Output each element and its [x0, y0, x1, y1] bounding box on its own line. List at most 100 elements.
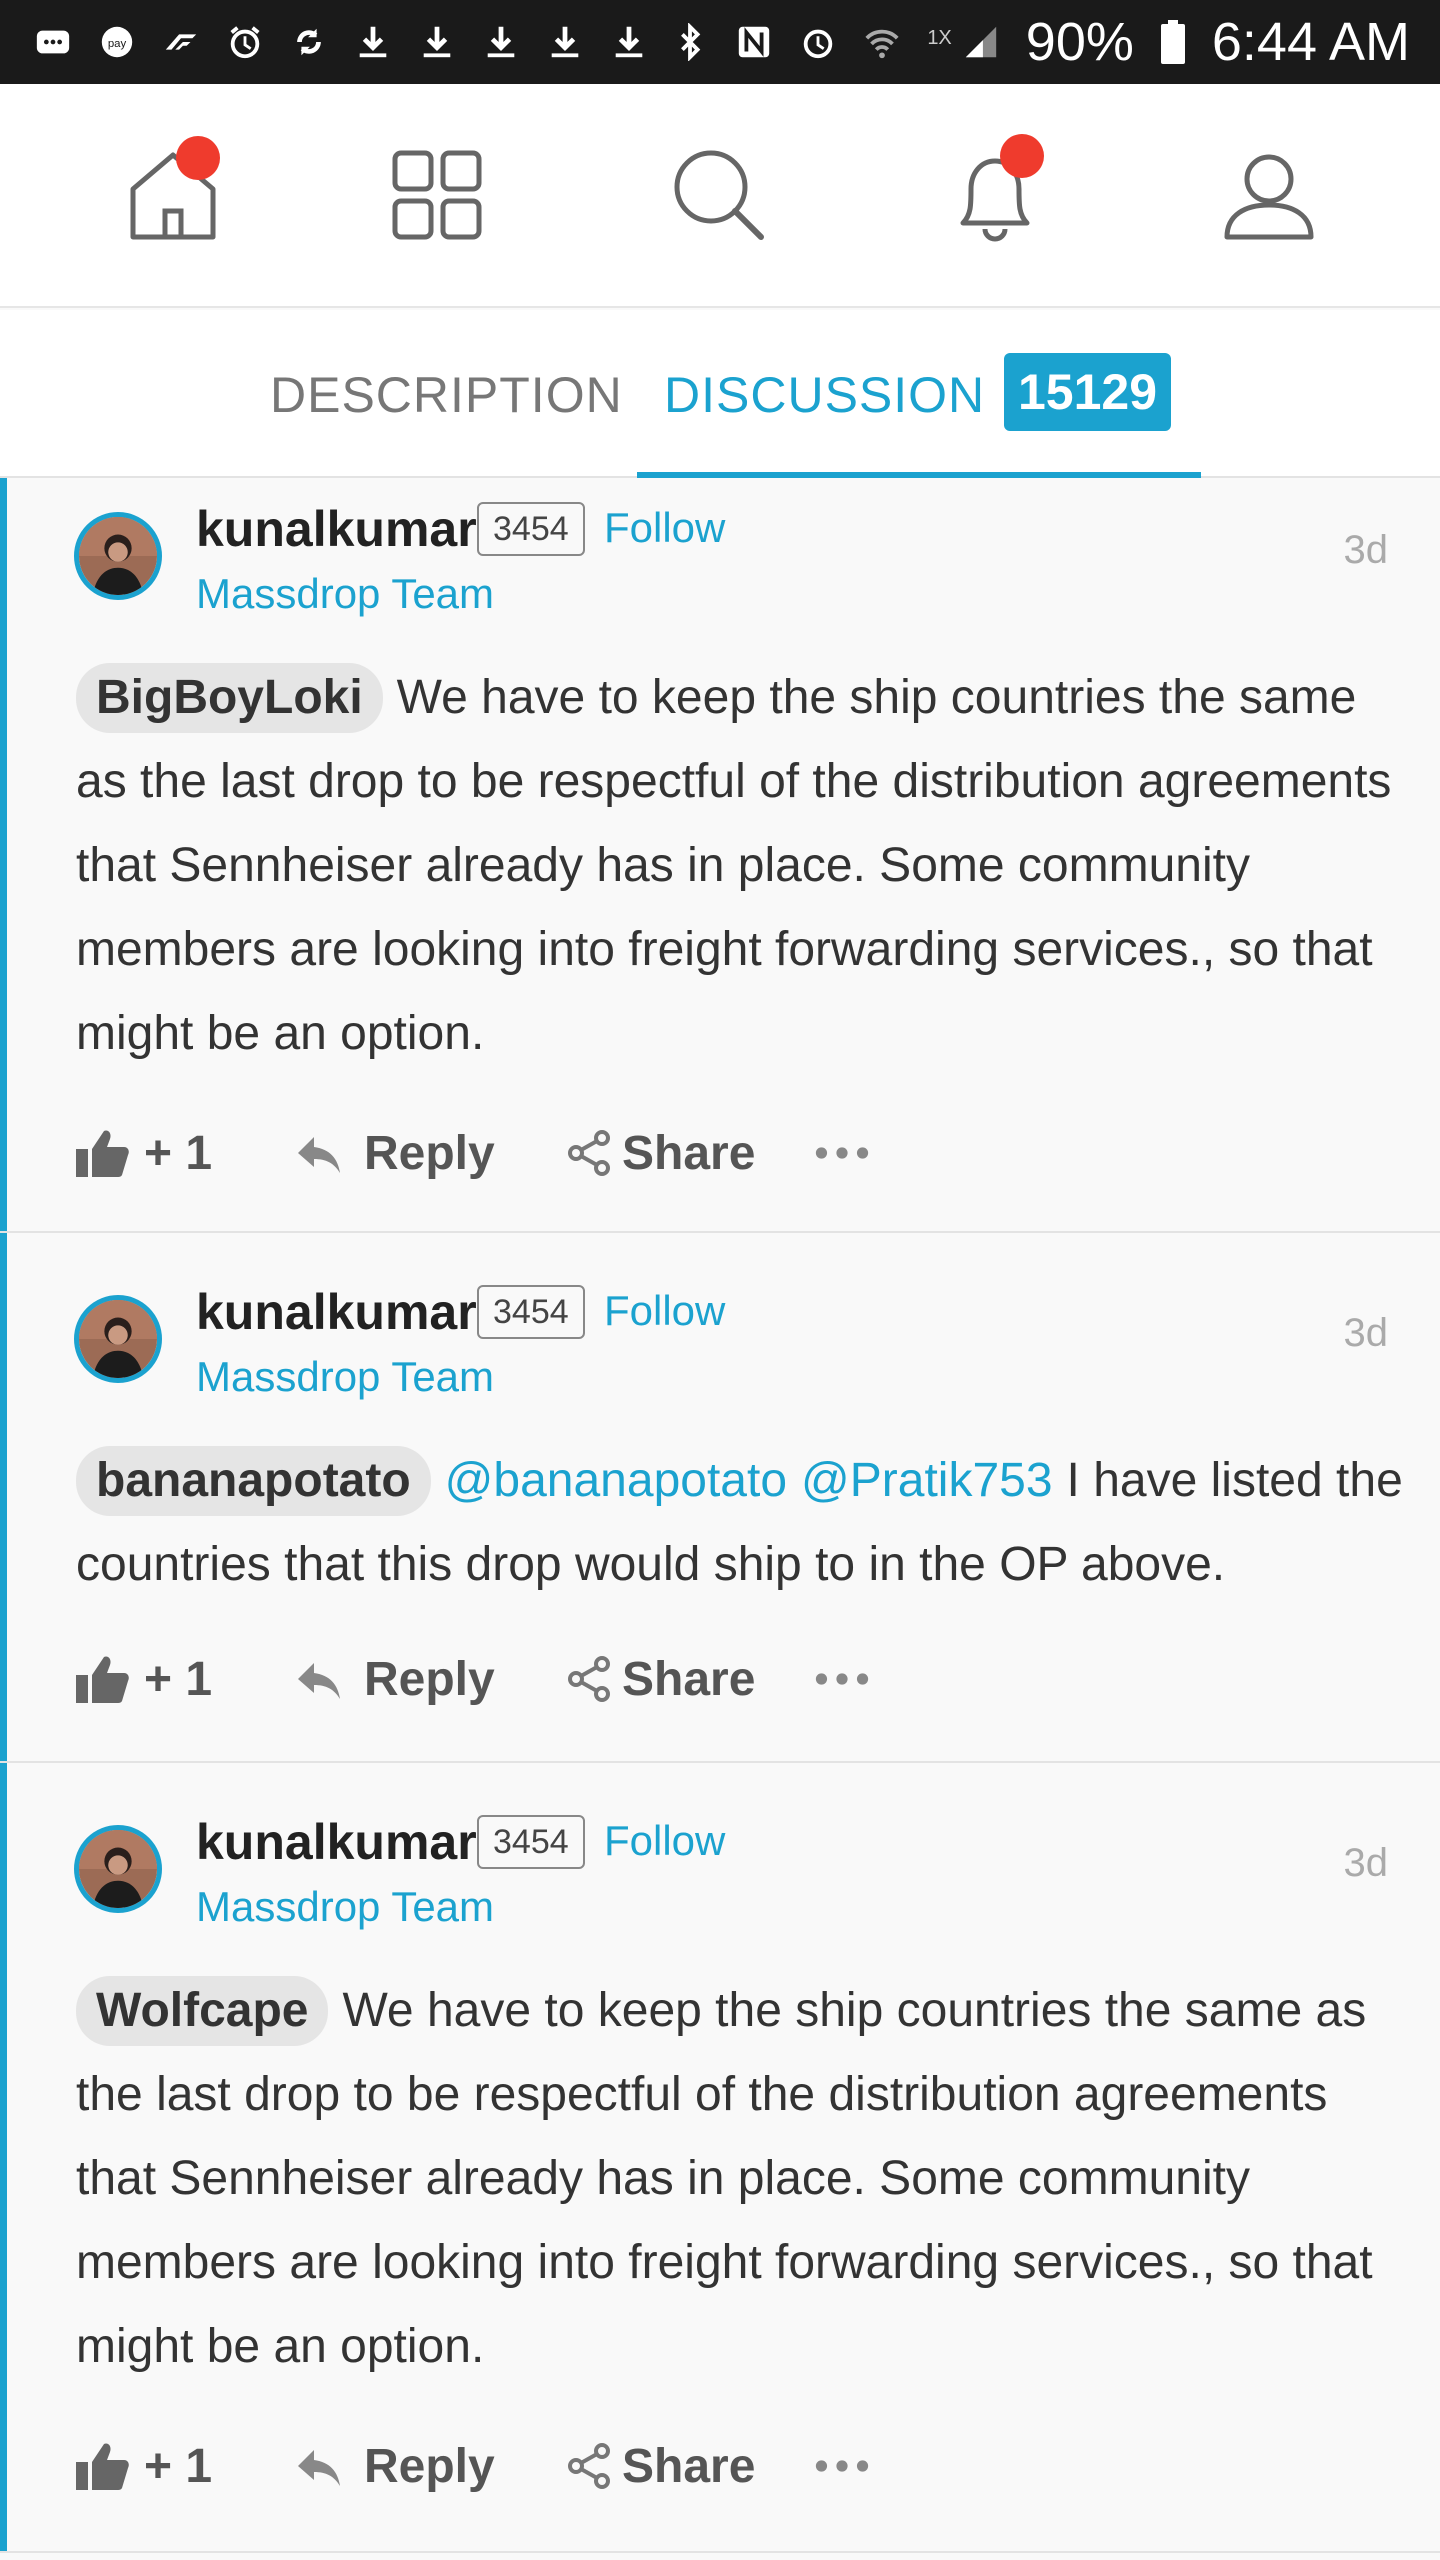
comment-item: kunalkumar 3454 Follow Massdrop Team 3d …: [0, 1233, 1440, 1763]
comment-timestamp: 3d: [1343, 1841, 1389, 1885]
mention-link[interactable]: @bananapotato: [445, 1454, 787, 1507]
tab-bar: DESCRIPTION DISCUSSION 15129: [0, 310, 1440, 478]
discussion-count-badge: 15129: [1004, 353, 1172, 431]
battery-icon: [1160, 20, 1186, 64]
nav-grid[interactable]: [382, 140, 492, 250]
search-icon: [674, 150, 764, 240]
sync-icon: [290, 23, 328, 61]
avatar[interactable]: [74, 512, 162, 600]
reputation-badge: 3454: [477, 1285, 585, 1339]
reply-button[interactable]: Reply: [294, 2439, 564, 2494]
more-options-button[interactable]: [814, 2456, 884, 2476]
message-icon: [34, 23, 72, 61]
team-label: Massdrop Team: [196, 1353, 495, 1400]
comment-username[interactable]: kunalkumar: [196, 1813, 477, 1871]
comment-accent-bar: [0, 478, 7, 1231]
profile-icon: [1224, 154, 1314, 240]
thumbs-up-icon: [76, 1656, 129, 1703]
bluetooth-icon: [671, 23, 709, 61]
comment-timestamp: 3d: [1343, 528, 1389, 572]
reply-icon: [298, 2450, 340, 2486]
comment-list: kunalkumar 3454 Follow Massdrop Team 3d …: [0, 478, 1440, 2553]
follow-button[interactable]: Follow: [604, 1817, 725, 1865]
status-bar: pay 1X 90% 6:44 AM: [0, 0, 1440, 84]
share-button[interactable]: Share: [564, 2439, 814, 2494]
comment-accent-bar: [0, 1233, 7, 1761]
comment-username[interactable]: kunalkumar: [196, 1283, 477, 1341]
comment-body: bananapotato @bananapotato @Pratik753 I hav…: [76, 1439, 1406, 1607]
team-label: Massdrop Team: [196, 1883, 495, 1930]
share-label: Share: [622, 2439, 756, 2493]
more-options-button[interactable]: [814, 1143, 884, 1163]
comment-timestamp: 3d: [1343, 1311, 1389, 1355]
like-button[interactable]: + 1: [74, 1651, 284, 1707]
comment-actions: + 1 Reply Share: [74, 2431, 884, 2501]
avatar[interactable]: [74, 1825, 162, 1913]
thumbs-up-icon: [76, 1130, 129, 1177]
wifi-icon: [863, 23, 901, 61]
status-right-icons: 1X 90% 6:44 AM: [671, 11, 1410, 73]
alarm-icon: [226, 23, 264, 61]
follow-button[interactable]: Follow: [604, 1287, 725, 1335]
comment-actions: + 1 Reply Share: [74, 1118, 884, 1188]
avatar-image: [79, 517, 157, 595]
battery-percent: 90%: [1025, 12, 1134, 72]
top-navigation: [0, 84, 1440, 308]
download-icon: [546, 23, 584, 61]
mention-chip[interactable]: Wolfcape: [76, 1976, 329, 2046]
like-button[interactable]: + 1: [74, 1125, 284, 1181]
svg-text:pay: pay: [108, 38, 127, 50]
nav-search[interactable]: [664, 140, 774, 250]
like-count: + 1: [144, 2439, 213, 2493]
comment-item: kunalkumar 3454 Follow Massdrop Team 3d …: [0, 1763, 1440, 2553]
avatar[interactable]: [74, 1295, 162, 1383]
notification-dot: [1000, 134, 1044, 178]
like-count: + 1: [144, 1652, 213, 1706]
reply-label: Reply: [364, 1126, 495, 1180]
reputation-badge: 3454: [477, 1815, 585, 1869]
reply-button[interactable]: Reply: [294, 1126, 564, 1181]
download-icon: [610, 23, 648, 61]
comment-accent-bar: [0, 1763, 7, 2551]
signal-icon: [962, 23, 1000, 61]
home-notification-dot: [176, 136, 220, 180]
mention-link[interactable]: @Pratik753: [801, 1454, 1053, 1507]
nav-home[interactable]: [118, 136, 228, 250]
nav-profile[interactable]: [1214, 140, 1324, 250]
grid-icon: [392, 150, 482, 240]
comment-username[interactable]: kunalkumar: [196, 500, 477, 558]
more-options-button[interactable]: [814, 1669, 884, 1689]
share-label: Share: [622, 1652, 756, 1706]
follow-button[interactable]: Follow: [604, 504, 725, 552]
reply-label: Reply: [364, 1652, 495, 1706]
share-button[interactable]: Share: [564, 1652, 814, 1707]
avatar-image: [79, 1300, 157, 1378]
reply-button[interactable]: Reply: [294, 1652, 564, 1707]
like-count: + 1: [144, 1126, 213, 1180]
download-icon: [482, 23, 520, 61]
status-left-icons: pay: [34, 23, 648, 61]
mention-chip[interactable]: bananapotato: [76, 1446, 431, 1516]
reply-icon: [298, 1137, 340, 1173]
nav-notifications[interactable]: [940, 134, 1050, 250]
network-type: 1X: [927, 27, 952, 49]
comment-item: kunalkumar 3454 Follow Massdrop Team 3d …: [0, 478, 1440, 1233]
more-horizontal-icon: [815, 1147, 869, 1159]
share-icon: [568, 1130, 610, 1176]
mention-chip[interactable]: BigBoyLoki: [76, 663, 383, 733]
share-button[interactable]: Share: [564, 1126, 814, 1181]
pay-icon: pay: [98, 23, 136, 61]
share-icon: [568, 1656, 610, 1702]
tab-discussion[interactable]: DISCUSSION: [664, 366, 985, 424]
team-label: Massdrop Team: [196, 570, 495, 617]
like-button[interactable]: + 1: [74, 2438, 284, 2494]
download-icon: [354, 23, 392, 61]
comment-body: BigBoyLoki We have to keep the ship count…: [76, 656, 1406, 1076]
reply-label: Reply: [364, 2439, 495, 2493]
reply-icon: [298, 1663, 340, 1699]
tab-description[interactable]: DESCRIPTION: [270, 366, 623, 424]
comment-body: Wolfcape We have to keep the ship countri…: [76, 1969, 1406, 2389]
avatar-image: [79, 1830, 157, 1908]
reputation-badge: 3454: [477, 502, 585, 556]
clock: 6:44 AM: [1211, 12, 1410, 72]
